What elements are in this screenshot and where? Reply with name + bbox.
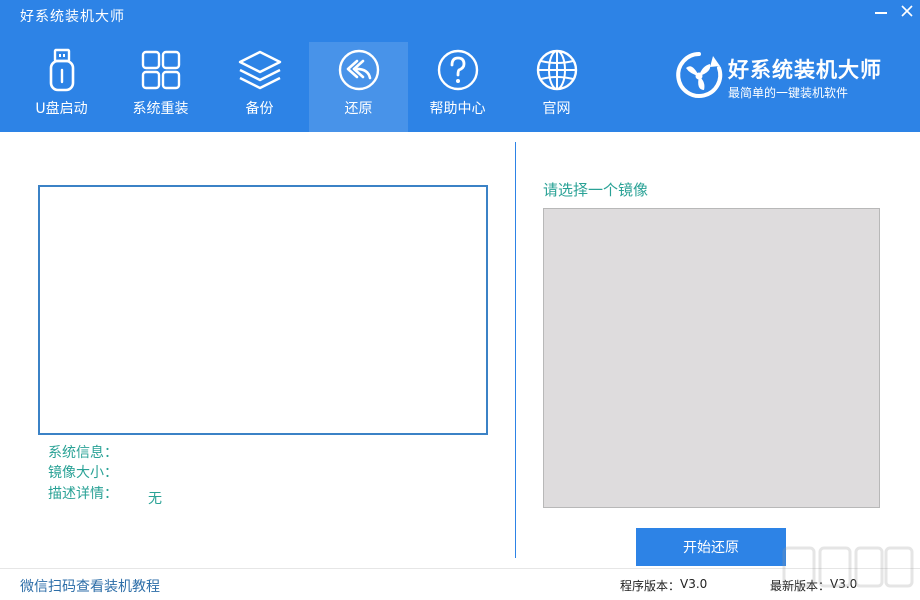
brand-logo-icon bbox=[672, 48, 726, 102]
window-title: 好系统装机大师 bbox=[20, 9, 125, 25]
description-label: 描述详情： bbox=[48, 486, 118, 502]
brand-name: 好系统装机大师 bbox=[728, 58, 882, 82]
minimize-button[interactable] bbox=[872, 2, 890, 20]
program-version-value: V3.0 bbox=[680, 577, 708, 591]
globe-icon bbox=[533, 46, 581, 94]
usb-drive-icon bbox=[38, 46, 86, 94]
brand-slogan: 最简单的一键装机软件 bbox=[728, 86, 849, 100]
nav-item-restore[interactable]: 还原 bbox=[309, 42, 408, 132]
layers-icon bbox=[236, 46, 284, 94]
image-preview-box bbox=[38, 185, 488, 435]
restore-rewind-icon bbox=[335, 46, 383, 94]
system-info-label: 系统信息： bbox=[48, 445, 118, 461]
start-restore-button[interactable]: 开始还原 bbox=[636, 528, 786, 566]
nav-label-backup: 备份 bbox=[245, 101, 274, 117]
wechat-tutorial-link[interactable]: 微信扫码查看装机教程 bbox=[20, 576, 160, 596]
nav-item-website[interactable]: 官网 bbox=[507, 42, 606, 132]
nav-item-help[interactable]: 帮助中心 bbox=[408, 42, 507, 132]
nav-item-usb-boot[interactable]: U盘启动 bbox=[12, 42, 111, 132]
main-nav: U盘启动 系统重装 备份 还原 帮助中心 官网 bbox=[12, 42, 606, 132]
nav-item-reinstall[interactable]: 系统重装 bbox=[111, 42, 210, 132]
image-select-prompt: 请选择一个镜像 bbox=[543, 181, 649, 199]
close-button[interactable] bbox=[898, 2, 916, 20]
brand-block: 好系统装机大师 最简单的一键装机软件 bbox=[672, 48, 912, 112]
windows-grid-icon bbox=[137, 46, 185, 94]
nav-label-website: 官网 bbox=[542, 101, 571, 117]
nav-item-backup[interactable]: 备份 bbox=[210, 42, 309, 132]
description-value: 无 bbox=[148, 491, 162, 507]
header-bar: 好系统装机大师 U盘启动 系统重装 备份 还原 帮助中心 官网 好系统装机大师 … bbox=[0, 0, 920, 132]
watermark-logo bbox=[780, 542, 915, 598]
close-icon bbox=[901, 5, 913, 17]
nav-label-usb-boot: U盘启动 bbox=[35, 101, 88, 117]
nav-label-restore: 还原 bbox=[344, 101, 373, 117]
image-list[interactable] bbox=[543, 208, 880, 508]
help-circle-icon bbox=[434, 46, 482, 94]
nav-label-help: 帮助中心 bbox=[429, 101, 486, 117]
program-version-label: 程序版本： bbox=[620, 579, 681, 593]
panel-divider bbox=[515, 142, 516, 558]
nav-label-reinstall: 系统重装 bbox=[132, 101, 189, 117]
app-window: 好系统装机大师 U盘启动 系统重装 备份 还原 帮助中心 官网 好系统装机大师 … bbox=[0, 0, 920, 600]
image-size-label: 镜像大小： bbox=[48, 465, 118, 481]
